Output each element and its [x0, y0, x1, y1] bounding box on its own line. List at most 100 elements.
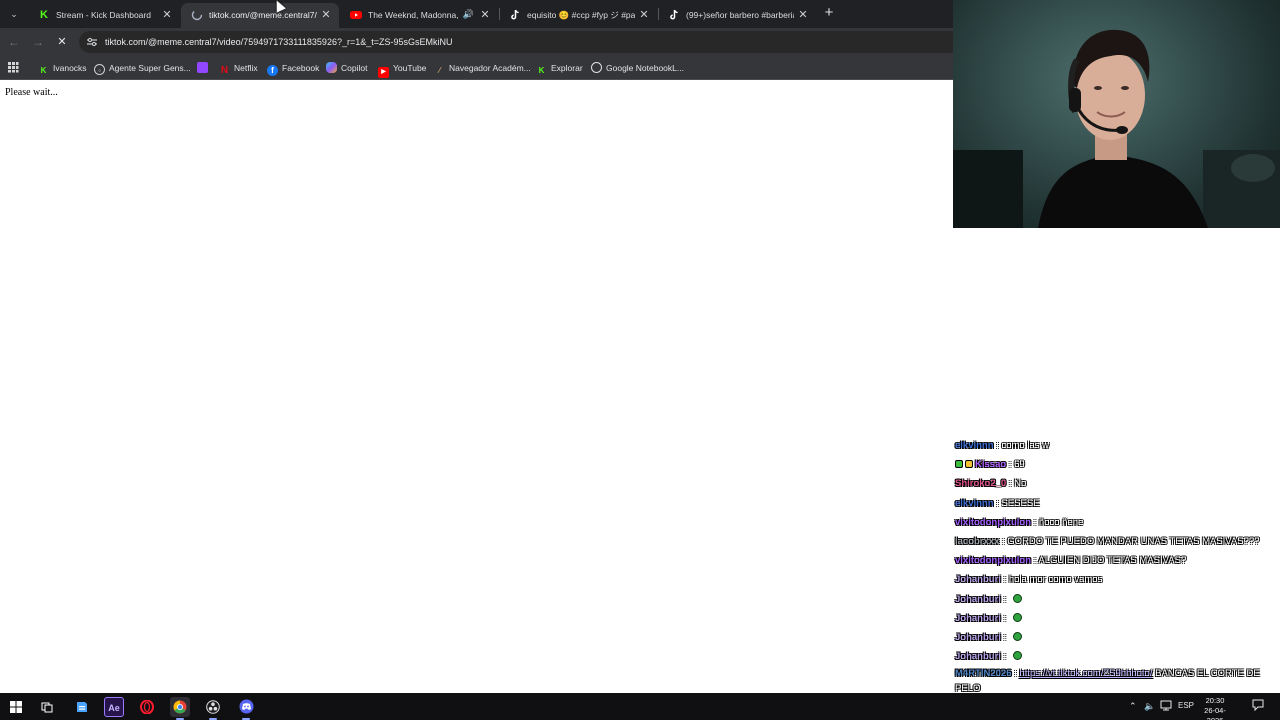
bookmark-notebooklm[interactable]: Google NotebookL...	[591, 60, 684, 76]
chevron-up-icon[interactable]: ⌃	[1129, 699, 1137, 713]
chat-emote-icon	[1012, 631, 1022, 641]
chat-username: vixitodonpixulon	[955, 555, 1031, 567]
bookmark-label: Agente Super Gens...	[109, 63, 191, 73]
chat-text: 69	[1014, 459, 1025, 471]
bookmark-label: YouTube	[393, 63, 427, 73]
bookmark-netflix[interactable]: N Netflix	[219, 60, 258, 76]
files-icon[interactable]	[72, 697, 92, 717]
bookmark-label: Google NotebookL...	[606, 63, 684, 73]
stop-loading-icon[interactable]: ✕	[54, 34, 70, 50]
close-icon[interactable]: ✕	[796, 8, 810, 22]
forward-arrow-icon[interactable]: →	[30, 34, 46, 50]
tab-tiktok-equisito[interactable]: equisito 😊 #ccp #fyp ジ #parat ✕	[499, 3, 657, 28]
chat-separator: :	[1006, 459, 1015, 471]
tab-title: equisito 😊 #ccp #fyp ジ #parat	[527, 10, 635, 20]
tab-title: Stream - Kick Dashboard	[56, 10, 151, 20]
start-icon[interactable]	[6, 697, 26, 717]
chat-username: vixitodonpixulon	[955, 516, 1031, 528]
tab-tiktok-barbero[interactable]: (99+)señor barbero #barberia ✕	[658, 3, 816, 28]
close-icon[interactable]: ✕	[637, 8, 651, 22]
opera-icon[interactable]	[137, 697, 157, 717]
chat-emote-icon	[1012, 612, 1022, 622]
tiktok-icon	[668, 9, 680, 21]
tab-kick-dashboard[interactable]: K Stream - Kick Dashboard ✕	[28, 3, 180, 28]
netflix-icon: N	[220, 65, 229, 76]
chat-username: Johanburi	[955, 612, 1001, 624]
speaker-icon[interactable]: 🔊	[463, 9, 474, 20]
chat-separator: :	[1031, 516, 1039, 528]
loading-icon	[191, 9, 203, 21]
chat-message: Johanburi :	[953, 628, 1280, 647]
bookmark-label: Facebook	[282, 63, 320, 73]
chat-badge-icon	[955, 460, 963, 469]
bookmark-label: Explorar	[551, 63, 583, 73]
tab-search-button[interactable]: ⌄	[6, 6, 22, 22]
notifications-icon[interactable]	[1252, 699, 1264, 713]
stream-overlay: elkvinnn : como las w Kissao : 69 Shiroko2…	[953, 0, 1280, 694]
loading-message: Please wait...	[5, 87, 58, 98]
close-icon[interactable]: ✕	[478, 8, 492, 22]
chat-separator: :	[1000, 631, 1009, 643]
chat-separator: :	[1000, 651, 1009, 663]
kick-icon: K	[538, 66, 545, 75]
chat-username: Johanburi	[955, 593, 1001, 605]
close-icon[interactable]: ✕	[160, 8, 174, 22]
twitch-icon	[197, 62, 208, 73]
bookmark-navegador[interactable]: ⁄ Navegador Académ...	[434, 60, 531, 76]
bookmark-label: Navegador Académ...	[449, 63, 531, 73]
bookmark-ivanocks[interactable]: K Ivanocks	[38, 60, 87, 76]
bookmark-facebook[interactable]: f Facebook	[267, 60, 319, 76]
chrome-icon[interactable]	[170, 697, 190, 720]
chat-text: SESESE	[1001, 497, 1040, 509]
bookmark-agente[interactable]: ◦ Agente Super Gens...	[94, 60, 191, 76]
chat-text: ALGUIEN DIJO TETAS MASIVAS?	[1038, 555, 1187, 567]
obs-icon[interactable]	[203, 697, 223, 720]
facebook-icon: f	[267, 65, 278, 76]
kick-icon: K	[40, 66, 47, 75]
chat-message: Johanburi :	[953, 590, 1280, 609]
bookmark-twitch[interactable]	[197, 60, 212, 76]
webcam-feed	[953, 0, 1280, 228]
chat-overlay: elkvinnn : como las w Kissao : 69 Shiroko2…	[953, 436, 1280, 698]
address-bar[interactable]: tiktok.com/@meme.central7/video/75949717…	[79, 31, 953, 53]
new-tab-button[interactable]: +	[821, 5, 837, 21]
streamer-figure	[953, 29, 1280, 228]
bookmark-youtube[interactable]: ▶ YouTube	[378, 60, 427, 78]
chat-username: lacobrxxx	[955, 535, 1000, 547]
tab-tiktok-video[interactable]: tiktok.com/@meme.central7/vi ✕	[181, 3, 339, 28]
tab-youtube-music[interactable]: The Weeknd, Madonna, Pla 🔊 ✕	[340, 3, 498, 28]
chat-separator: :	[1000, 593, 1009, 605]
chat-username: Johanburi	[955, 631, 1001, 643]
speaker-icon[interactable]: 🔈	[1144, 699, 1155, 713]
system-clock[interactable]: 20:30 26-04-2026	[1196, 696, 1234, 720]
network-icon[interactable]	[1160, 699, 1172, 713]
bookmark-explorar[interactable]: K Explorar	[536, 60, 583, 76]
academic-icon: ⁄	[438, 66, 441, 75]
url-text: tiktok.com/@meme.central7/video/75949717…	[105, 37, 453, 47]
task-view-icon[interactable]	[37, 697, 57, 717]
bookmark-label: Netflix	[234, 63, 258, 73]
chat-text: ñoco ñene	[1038, 516, 1084, 528]
chat-username: Kissao	[975, 459, 1007, 471]
language-indicator[interactable]: ESP	[1178, 699, 1194, 713]
bookmark-label: Ivanocks	[53, 63, 87, 73]
chat-message: vixitodonpixulon : ALGUIEN DIJO TETAS MA…	[953, 551, 1280, 570]
tab-strip: ⌄ K Stream - Kick Dashboard ✕ tiktok.com…	[0, 0, 953, 28]
after-effects-icon[interactable]: Ae	[104, 697, 124, 717]
site-settings-icon[interactable]	[86, 36, 98, 48]
browser-toolbar: ← → ✕ tiktok.com/@meme.central7/video/75…	[0, 28, 953, 56]
bookmark-copilot[interactable]: Copilot	[326, 60, 367, 76]
chat-text: hola mor como vamos	[1008, 574, 1103, 586]
clock-time: 20:30	[1205, 696, 1225, 705]
chat-emote-icon	[1012, 651, 1022, 661]
tab-title: tiktok.com/@meme.central7/vi	[209, 10, 317, 20]
chat-message: elkvinnn : SESESE	[953, 494, 1280, 513]
close-icon[interactable]: ✕	[319, 8, 333, 22]
chat-username: Shiroko2_0	[955, 478, 1007, 490]
clock-date: 26-04-2026	[1204, 706, 1226, 720]
discord-icon[interactable]	[236, 697, 256, 720]
youtube-icon	[350, 9, 362, 21]
back-arrow-icon[interactable]: ←	[6, 34, 22, 50]
apps-grid-icon[interactable]	[7, 60, 19, 76]
chat-link[interactable]: https://vt.tiktok.com/ZS9hhhoto/	[1019, 668, 1152, 679]
